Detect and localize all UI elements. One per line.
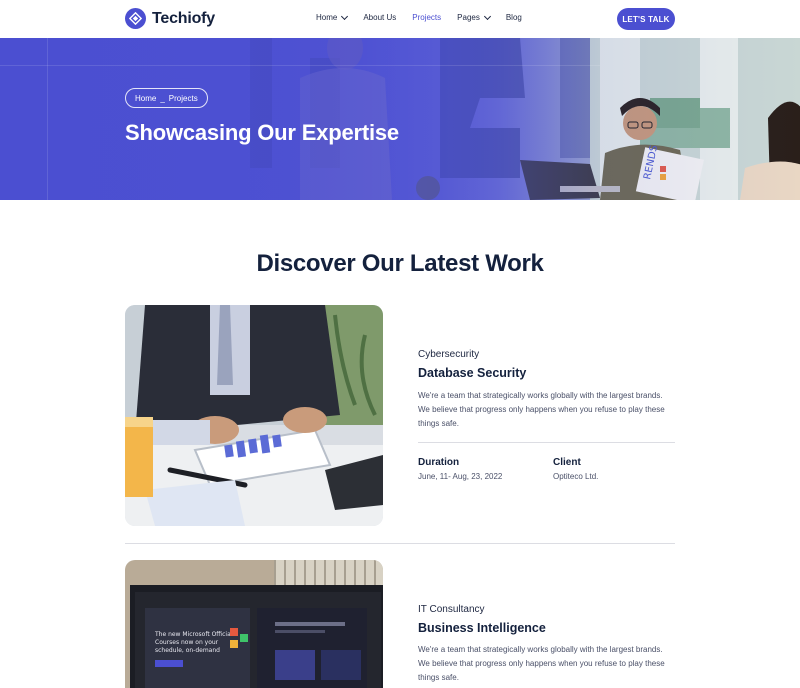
project-category: IT Consultancy [418,604,485,615]
hero-background-image: RENDS [0,38,800,200]
nav-item-label: Projects [412,13,442,22]
project-title[interactable]: Database Security [418,366,526,380]
breadcrumb-separator: _ [160,93,165,103]
project-photo: The new Microsoft Official Courses now o… [125,560,383,688]
page-title: Showcasing Our Expertise [125,120,399,145]
lets-talk-button[interactable]: LET'S TALK [617,8,675,30]
nav-item-about-us[interactable]: About Us [363,13,396,22]
site-header: Techiofy Home About Us Projects Pages Bl… [0,0,800,38]
svg-text:schedule, on-demand: schedule, on-demand [155,647,220,654]
nav-item-projects[interactable]: Projects [412,13,441,22]
nav-item-pages[interactable]: Pages [457,12,491,22]
chevron-down-icon [341,12,349,20]
nav-item-label: Blog [505,13,522,22]
project-description: We're a team that strategically works gl… [418,645,665,682]
project-description: We're a team that strategically works gl… [418,391,665,428]
project-photo [125,305,383,526]
chevron-down-icon [483,12,491,20]
breadcrumb-current: Projects [168,93,198,103]
section-title: Discover Our Latest Work [256,250,544,277]
section-divider [125,543,675,544]
duration-value: June, 11- Aug, 23, 2022 [418,472,503,481]
main-nav: Home About Us Projects Pages Blog [316,12,538,22]
project-image-database-security[interactable] [125,305,383,526]
nav-item-label: Home [316,13,338,22]
nav-item-home[interactable]: Home [316,12,349,22]
nav-item-label: About Us [363,13,397,22]
project-category: Cybersecurity [418,349,480,360]
client-value: Optiteco Ltd. [553,472,599,481]
breadcrumb-home-link[interactable]: Home [135,94,156,103]
duration-label: Duration [418,457,460,468]
client-label: Client [553,457,581,468]
project-divider [418,442,675,443]
nav-item-blog[interactable]: Blog [506,13,522,22]
brand-logo[interactable]: Techiofy [125,8,215,29]
project-title[interactable]: Business Intelligence [418,621,546,635]
hero-grid-line [47,38,48,200]
project-image-business-intelligence[interactable]: The new Microsoft Official Courses now o… [125,560,383,688]
brand-name: Techiofy [152,9,216,27]
svg-text:Courses now on your: Courses now on your [155,639,219,646]
hero-grid-line [0,65,600,66]
page-hero: RENDS Home _ Projects Showcasing Our Exp… [0,38,800,200]
nav-item-label: Pages [457,13,480,22]
svg-text:The new Microsoft Official: The new Microsoft Official [154,631,233,638]
logo-icon [125,8,146,29]
breadcrumb: Home _ Projects [125,88,208,108]
